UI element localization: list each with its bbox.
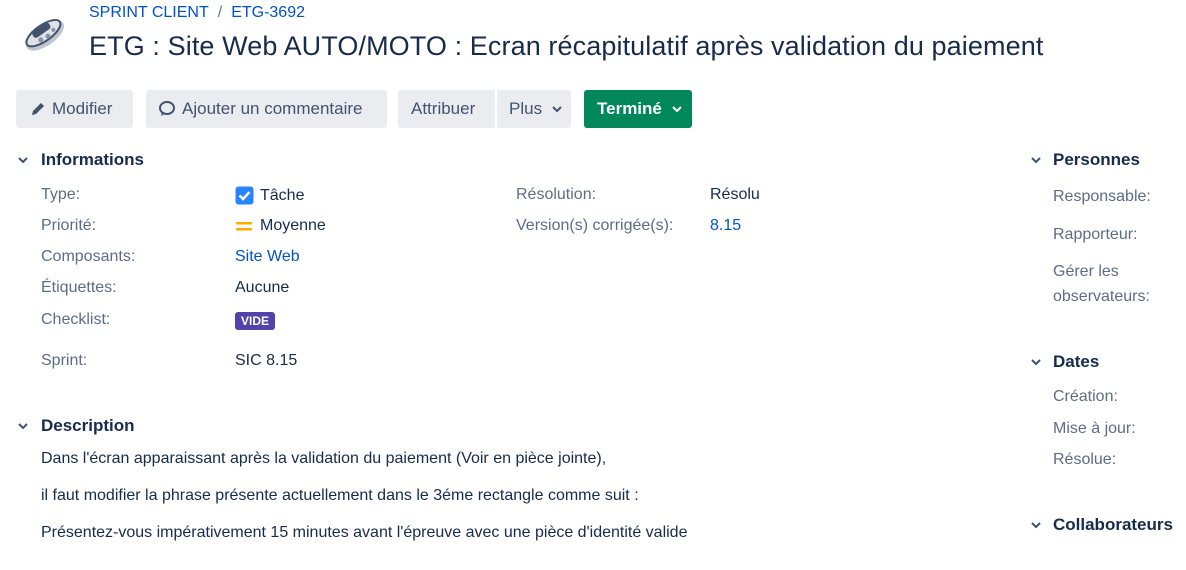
breadcrumb-project-link[interactable]: SPRINT CLIENT xyxy=(89,4,209,22)
dates-section-toggle[interactable]: Dates xyxy=(1029,352,1099,372)
reporter-label: Rapporteur: xyxy=(1053,226,1138,243)
task-checkbox-icon xyxy=(235,186,254,205)
description-paragraph[interactable]: Présentez-vous impérativement 15 minutes… xyxy=(41,524,687,542)
assign-button[interactable]: Attribuer xyxy=(398,90,495,128)
pencil-icon xyxy=(30,101,46,117)
sprint-value[interactable]: SIC 8.15 xyxy=(235,352,297,370)
people-section-toggle[interactable]: Personnes xyxy=(1029,150,1140,170)
more-actions-button[interactable]: Plus xyxy=(497,90,571,128)
created-label: Création: xyxy=(1053,388,1118,405)
breadcrumb-issue-key-link[interactable]: ETG-3692 xyxy=(231,4,305,22)
description-section-toggle[interactable]: Description xyxy=(16,416,135,436)
comment-icon xyxy=(158,100,176,118)
description-paragraph[interactable]: il faut modifier la phrase présente actu… xyxy=(41,487,639,505)
fix-version-label: Version(s) corrigée(s): xyxy=(516,217,674,234)
resolution-label: Résolution: xyxy=(516,186,597,203)
resolution-value: Résolu xyxy=(710,186,760,203)
type-value[interactable]: Tâche xyxy=(235,186,304,205)
labels-value[interactable]: Aucune xyxy=(235,279,289,297)
details-section-toggle[interactable]: Informations xyxy=(16,150,144,170)
project-avatar-icon[interactable] xyxy=(16,6,72,62)
priority-medium-icon xyxy=(235,219,254,233)
priority-label: Priorité: xyxy=(41,217,97,234)
add-comment-button-label: Ajouter un commentaire xyxy=(182,99,363,118)
issue-toolbar: Modifier Ajouter un commentaire Attribue… xyxy=(16,90,692,128)
issue-title[interactable]: ETG : Site Web AUTO/MOTO : Ecran récapit… xyxy=(89,31,1043,62)
checklist-value[interactable]: VIDE xyxy=(235,312,276,330)
type-value-text: Tâche xyxy=(260,186,305,204)
edit-button[interactable]: Modifier xyxy=(16,90,133,128)
chevron-down-icon xyxy=(1029,355,1043,369)
edit-button-label: Modifier xyxy=(52,99,113,118)
chevron-down-icon xyxy=(16,153,30,167)
fix-version-link[interactable]: 8.15 xyxy=(710,217,741,235)
chevron-down-icon xyxy=(16,419,30,433)
assign-button-label: Attribuer xyxy=(411,99,476,118)
components-label: Composants: xyxy=(41,248,136,265)
add-comment-button[interactable]: Ajouter un commentaire xyxy=(146,90,387,128)
status-button[interactable]: Terminé xyxy=(584,90,692,128)
description-paragraph[interactable]: Dans l'écran apparaissant après la valid… xyxy=(41,450,606,468)
updated-label: Mise à jour: xyxy=(1053,420,1136,437)
more-actions-label: Plus xyxy=(509,99,543,118)
sprint-label: Sprint: xyxy=(41,352,88,369)
components-value-link[interactable]: Site Web xyxy=(235,248,300,266)
chevron-down-icon xyxy=(671,103,683,115)
chevron-down-icon xyxy=(551,103,563,115)
assignee-label: Responsable: xyxy=(1053,188,1151,205)
chevron-down-icon xyxy=(1029,153,1043,167)
watchers-label-line2[interactable]: observateurs: xyxy=(1053,288,1150,306)
dates-heading: Dates xyxy=(1053,352,1100,371)
checklist-status-badge: VIDE xyxy=(235,312,276,330)
breadcrumb-separator: / xyxy=(217,4,223,21)
checklist-label: Checklist: xyxy=(41,311,111,328)
description-heading: Description xyxy=(41,416,135,435)
resolved-label: Résolue: xyxy=(1053,451,1117,468)
status-label: Terminé xyxy=(597,99,662,118)
chevron-down-icon xyxy=(1029,518,1043,532)
watchers-label-line1[interactable]: Gérer les xyxy=(1053,263,1119,281)
collaborators-heading: Collaborateurs xyxy=(1053,515,1173,534)
people-heading: Personnes xyxy=(1053,150,1140,169)
priority-value[interactable]: Moyenne xyxy=(235,217,326,235)
type-label: Type: xyxy=(41,186,81,203)
details-heading: Informations xyxy=(41,150,144,169)
priority-value-text: Moyenne xyxy=(260,217,326,234)
labels-label: Étiquettes: xyxy=(41,279,117,296)
breadcrumb: SPRINT CLIENT / ETG-3692 xyxy=(89,4,305,22)
collaborators-section-toggle[interactable]: Collaborateurs xyxy=(1029,515,1173,535)
